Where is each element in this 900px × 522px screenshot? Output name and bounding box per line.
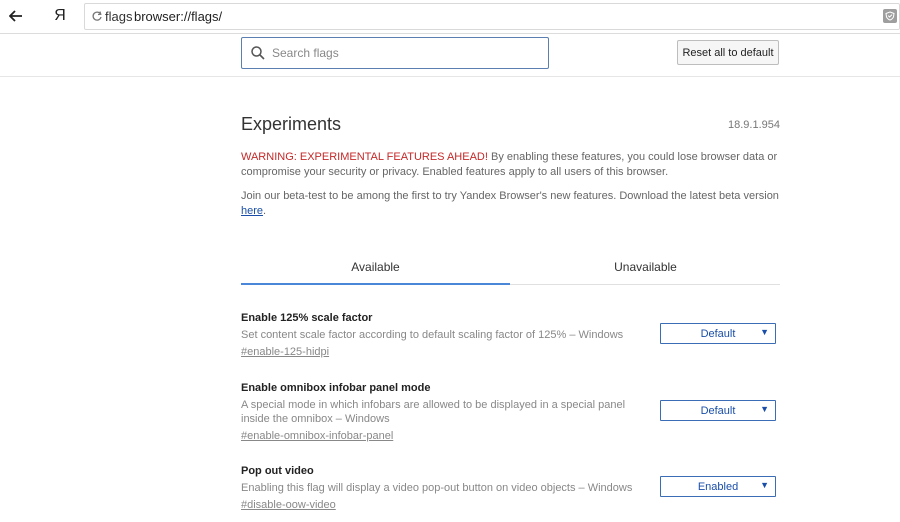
dropdown-arrow-icon: ▼: [760, 327, 769, 337]
experiment-anchor-link[interactable]: #enable-omnibox-infobar-panel: [241, 430, 393, 442]
experiment-select[interactable]: Default ▼: [660, 400, 776, 421]
experiment-description: Set content scale factor according to de…: [241, 329, 624, 341]
reset-all-button[interactable]: Reset all to default: [677, 40, 779, 65]
experiment-select[interactable]: Enabled ▼: [660, 476, 776, 497]
experiment-select[interactable]: Default ▼: [660, 323, 776, 344]
experiment-anchor-link[interactable]: #disable-oow-video: [241, 499, 336, 511]
arrow-left-icon: [9, 10, 22, 22]
tabs: Available Unavailable: [241, 250, 780, 285]
search-input[interactable]: [270, 45, 534, 61]
select-value: Default: [700, 404, 736, 417]
warning-prefix: WARNING: EXPERIMENTAL FEATURES AHEAD!: [241, 151, 488, 163]
page-title: Experiments: [241, 114, 342, 134]
experiment-item: Enable 125% scale factor Set content sca…: [241, 312, 780, 360]
flags-header: Reset all to default: [0, 34, 900, 77]
beta-download-link[interactable]: here: [241, 205, 263, 217]
reload-icon[interactable]: [91, 10, 103, 22]
yandex-logo[interactable]: Я: [52, 6, 68, 26]
experiment-name: Enable omnibox infobar panel mode: [241, 382, 431, 394]
browser-toolbar: Я flags browser://flags/: [0, 0, 900, 34]
search-box[interactable]: [241, 37, 549, 69]
dropdown-arrow-icon: ▼: [760, 480, 769, 490]
dropdown-arrow-icon: ▼: [760, 404, 769, 414]
experiment-item: Enable omnibox infobar panel mode A spec…: [241, 382, 780, 444]
select-value: Default: [700, 327, 736, 340]
url-text[interactable]: browser://flags/: [134, 9, 222, 24]
beta-text: Join our beta-test to be among the first…: [241, 189, 781, 219]
warning-text: WARNING: EXPERIMENTAL FEATURES AHEAD! By…: [241, 150, 781, 180]
beta-suffix: .: [263, 205, 267, 217]
url-scheme: flags: [105, 9, 133, 24]
version-label: 18.9.1.954: [728, 119, 780, 131]
search-icon: [251, 46, 265, 60]
tab-unavailable[interactable]: Unavailable: [511, 250, 780, 284]
protect-shield-icon[interactable]: [883, 9, 897, 23]
experiment-description: A special mode in which infobars are all…: [241, 399, 626, 425]
back-button[interactable]: [4, 4, 28, 28]
experiment-description: Enabling this flag will display a video …: [241, 482, 633, 494]
experiment-item: Pop out video Enabling this flag will di…: [241, 465, 780, 513]
experiment-anchor-link[interactable]: #enable-125-hidpi: [241, 346, 329, 358]
select-value: Enabled: [697, 480, 739, 493]
address-bar[interactable]: flags browser://flags/: [84, 3, 900, 30]
tab-available[interactable]: Available: [241, 250, 510, 285]
beta-body: Join our beta-test to be among the first…: [241, 190, 779, 202]
shield-icon: [885, 11, 895, 21]
